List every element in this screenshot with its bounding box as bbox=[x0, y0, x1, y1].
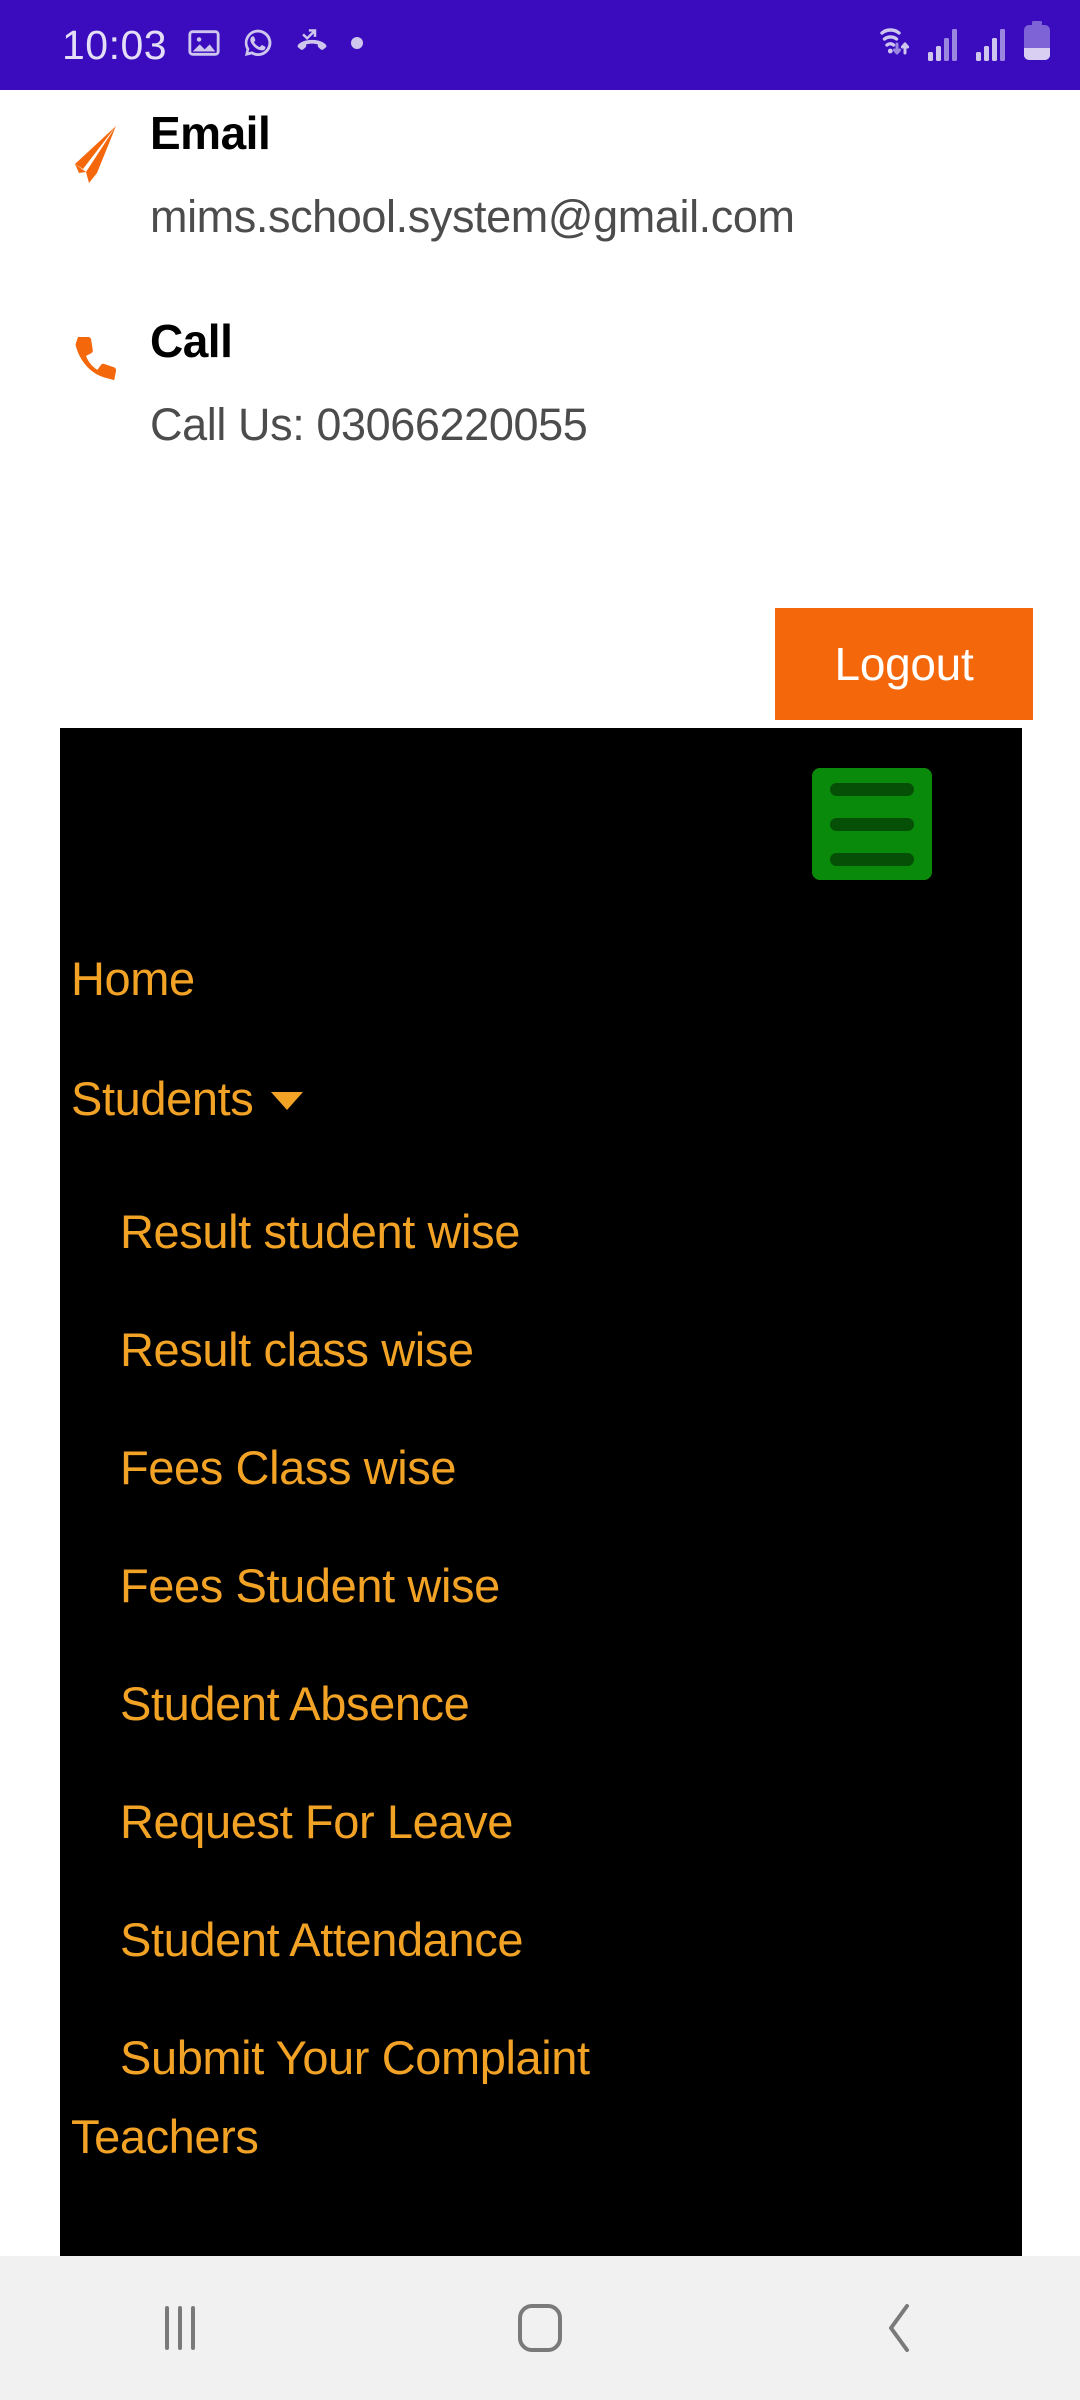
battery-icon bbox=[1022, 20, 1052, 67]
menu-item-home[interactable]: Home bbox=[60, 918, 1022, 1038]
submenu-item-label: Result class wise bbox=[120, 1322, 474, 1376]
menu-item-label: Teachers bbox=[71, 2116, 259, 2156]
menu-item-students[interactable]: Students bbox=[60, 1038, 1022, 1158]
status-bar-right bbox=[866, 20, 1052, 71]
submenu-item-label: Student Attendance bbox=[120, 1912, 524, 1966]
submenu-item-submit-your-complaint[interactable]: Submit Your Complaint bbox=[60, 1998, 1022, 2116]
whatsapp-icon bbox=[241, 26, 275, 65]
app-screen: 10:03 Email mims.school.system@gmail.com… bbox=[0, 0, 1080, 2400]
chevron-down-icon bbox=[271, 1092, 304, 1110]
menu-item-label: Home bbox=[71, 951, 195, 1005]
submenu-item-label: Result student wise bbox=[120, 1204, 520, 1258]
menu-item-teachers[interactable]: Teachers bbox=[60, 2116, 1022, 2156]
menu-item-label: Students bbox=[71, 1071, 254, 1125]
home-icon[interactable] bbox=[360, 2304, 720, 2352]
submenu-item-student-attendance[interactable]: Student Attendance bbox=[60, 1880, 1022, 1998]
call-contact-row: Call Call Us: 03066220055 bbox=[40, 315, 588, 447]
submenu-item-result-class-wise[interactable]: Result class wise bbox=[60, 1290, 1022, 1408]
email-value[interactable]: mims.school.system@gmail.com bbox=[150, 194, 795, 239]
status-bar-left: 10:03 bbox=[62, 22, 365, 69]
submenu-item-label: Submit Your Complaint bbox=[120, 2030, 590, 2084]
submenu-item-label: Fees Student wise bbox=[120, 1558, 500, 1612]
call-label: Call bbox=[150, 315, 233, 367]
submenu-item-request-for-leave[interactable]: Request For Leave bbox=[60, 1762, 1022, 1880]
students-submenu: Result student wise Result class wise Fe… bbox=[60, 1172, 1022, 2116]
email-label: Email bbox=[150, 107, 271, 159]
image-icon bbox=[187, 26, 221, 65]
submenu-item-label: Student Absence bbox=[120, 1676, 470, 1730]
dot-icon bbox=[349, 35, 365, 56]
signal-sim1-icon bbox=[926, 26, 960, 67]
submenu-item-fees-student-wise[interactable]: Fees Student wise bbox=[60, 1526, 1022, 1644]
recents-icon[interactable] bbox=[0, 2306, 360, 2350]
navigation-menu-panel: Home Students Result student wise Result… bbox=[60, 728, 1022, 2256]
back-chevron-icon[interactable] bbox=[720, 2300, 1080, 2356]
hamburger-line bbox=[830, 817, 914, 831]
status-bar: 10:03 bbox=[0, 0, 1080, 90]
signal-sim2-icon bbox=[974, 26, 1008, 67]
menu-list: Home Students Result student wise Result… bbox=[60, 918, 1022, 2157]
phone-icon bbox=[40, 318, 150, 447]
submenu-item-result-student-wise[interactable]: Result student wise bbox=[60, 1172, 1022, 1290]
wifi-icon bbox=[866, 22, 912, 67]
submenu-item-label: Fees Class wise bbox=[120, 1440, 457, 1494]
status-bar-clock: 10:03 bbox=[62, 21, 168, 68]
paper-plane-icon bbox=[40, 110, 150, 239]
hamburger-line bbox=[830, 852, 914, 866]
contact-info-section: Email mims.school.system@gmail.com Call … bbox=[0, 90, 1080, 728]
missed-call-icon bbox=[295, 26, 329, 65]
call-value[interactable]: Call Us: 03066220055 bbox=[150, 402, 588, 447]
email-contact-row: Email mims.school.system@gmail.com bbox=[40, 110, 795, 239]
hamburger-icon[interactable] bbox=[812, 768, 932, 880]
system-navigation-bar bbox=[0, 2256, 1080, 2400]
submenu-item-label: Request For Leave bbox=[120, 1794, 513, 1848]
submenu-item-fees-class-wise[interactable]: Fees Class wise bbox=[60, 1408, 1022, 1526]
logout-button[interactable]: Logout bbox=[775, 608, 1033, 720]
hamburger-line bbox=[830, 782, 914, 796]
submenu-item-student-absence[interactable]: Student Absence bbox=[60, 1644, 1022, 1762]
